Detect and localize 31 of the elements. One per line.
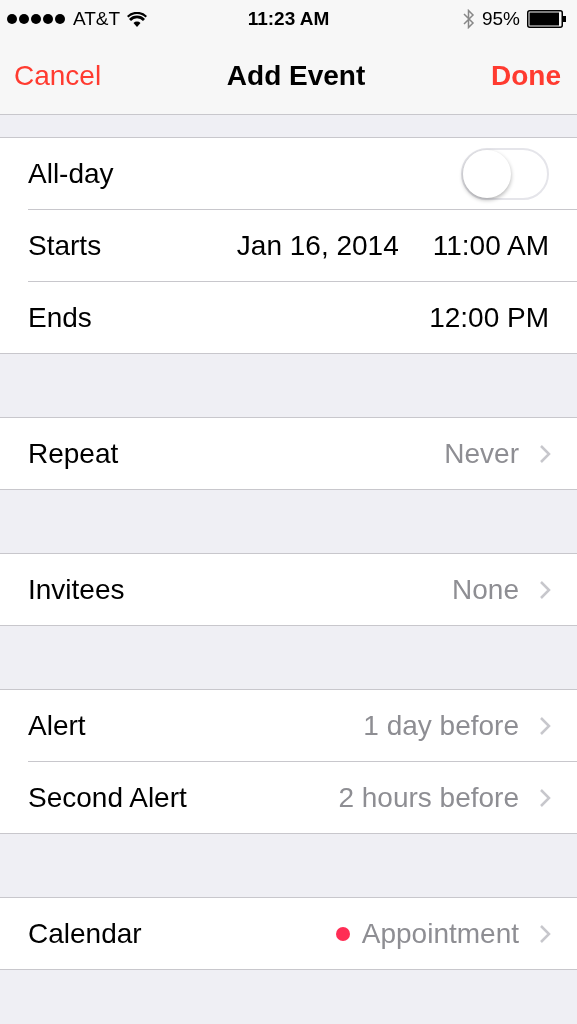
wifi-icon bbox=[127, 11, 148, 27]
screen-title: Add Event bbox=[226, 60, 366, 92]
time-value[interactable]: 12:00 PM bbox=[429, 301, 549, 334]
date-value[interactable]: Jan 16, 2014 bbox=[236, 229, 399, 262]
row-label: Invitees bbox=[28, 573, 125, 606]
battery-percent: 95% bbox=[481, 8, 520, 30]
chevron-icon bbox=[539, 715, 551, 736]
row-value[interactable]: 2 hours before bbox=[338, 781, 519, 814]
row-label: All-day bbox=[28, 157, 114, 190]
row-value[interactable]: Appointment bbox=[361, 917, 519, 950]
battery-icon bbox=[527, 10, 567, 28]
row-label: Starts bbox=[28, 229, 102, 262]
cancel-button[interactable]: Cancel bbox=[14, 60, 102, 92]
time-value[interactable]: 11:00 AM bbox=[432, 229, 549, 262]
row-value[interactable]: Never bbox=[444, 437, 519, 470]
row-label: Second Alert bbox=[28, 781, 187, 814]
done-button[interactable]: Done bbox=[491, 60, 561, 92]
chevron-icon bbox=[539, 579, 551, 600]
row-value[interactable]: None bbox=[452, 573, 519, 606]
status-time: 11:23 AM bbox=[247, 8, 330, 30]
signal-icon bbox=[6, 13, 66, 25]
carrier-name: AT&T bbox=[73, 8, 121, 30]
row-value[interactable]: 1 day before bbox=[363, 709, 519, 742]
row-label: Ends bbox=[28, 301, 92, 334]
row-label: Calendar bbox=[28, 917, 142, 950]
chevron-icon bbox=[539, 787, 551, 808]
row-label: Repeat bbox=[28, 437, 119, 470]
chevron-icon bbox=[539, 923, 551, 944]
chevron-icon bbox=[539, 443, 551, 464]
toggle-switch[interactable] bbox=[461, 147, 549, 200]
row-label: Alert bbox=[28, 709, 86, 742]
